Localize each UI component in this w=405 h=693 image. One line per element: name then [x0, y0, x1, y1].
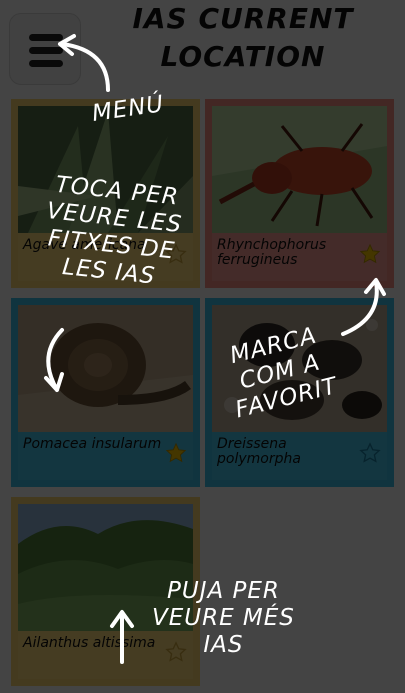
arrow-up-icon — [110, 610, 134, 664]
